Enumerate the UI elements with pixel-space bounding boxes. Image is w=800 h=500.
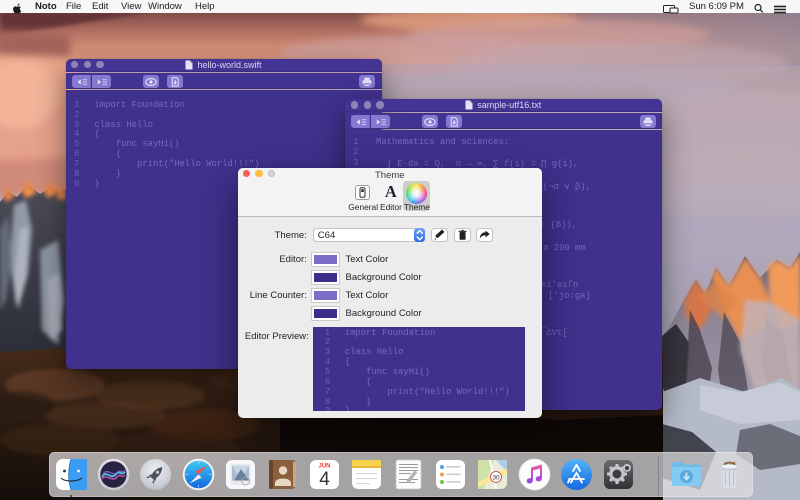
svg-text:4: 4 <box>319 469 330 490</box>
svg-text:30: 30 <box>492 474 500 481</box>
